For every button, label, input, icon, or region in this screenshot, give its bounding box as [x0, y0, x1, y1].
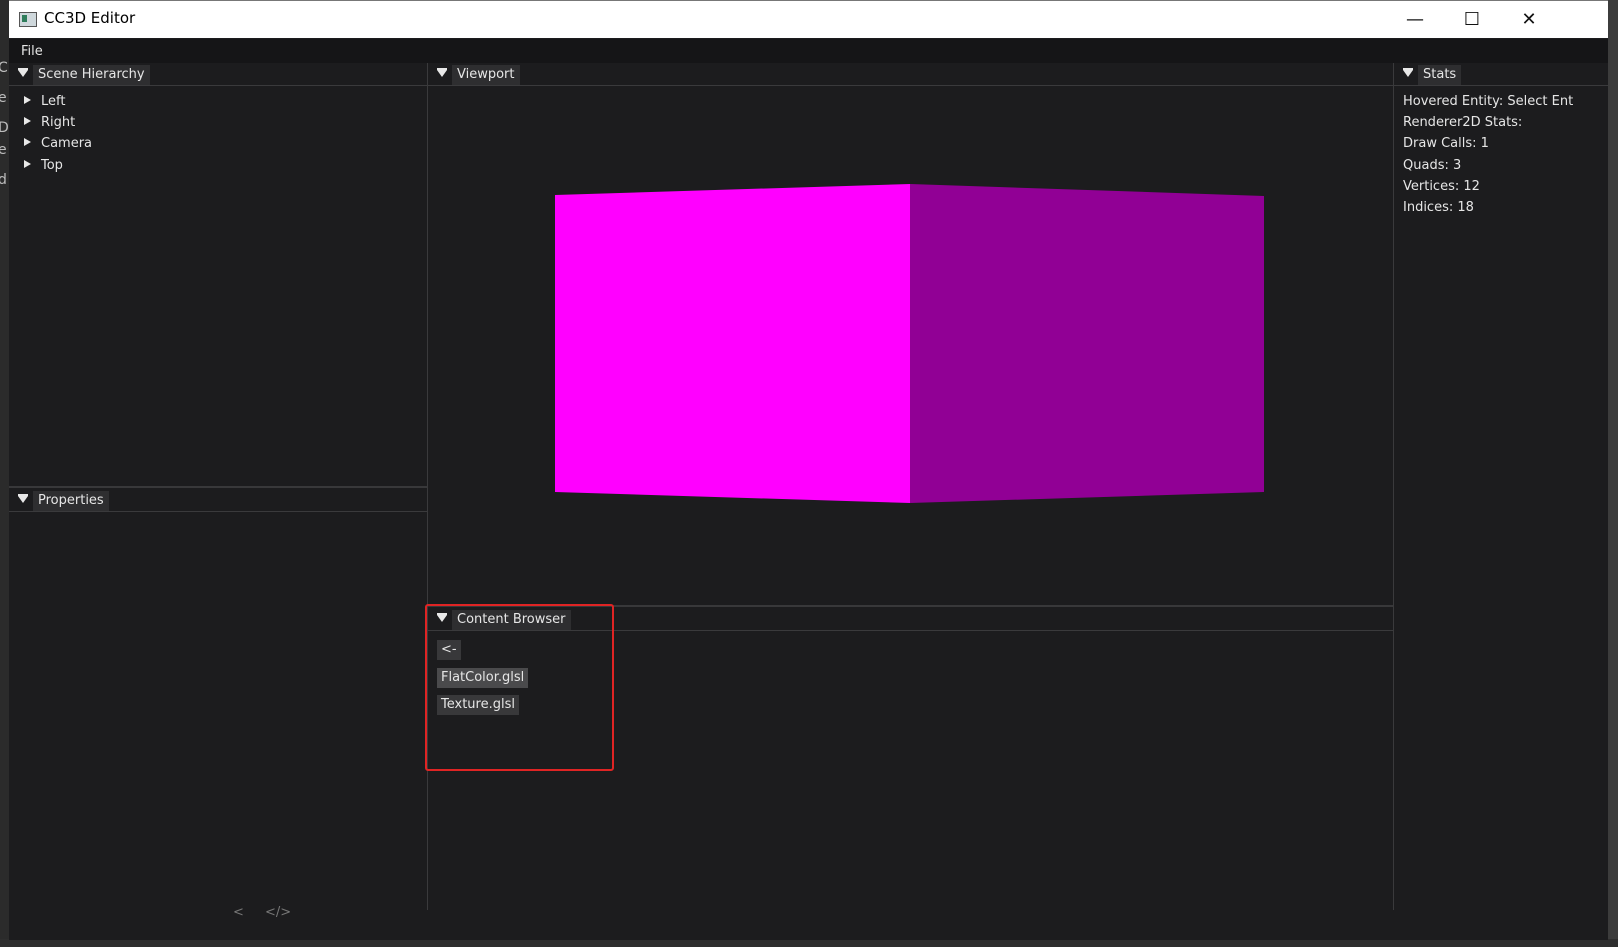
properties-tabstrip: Properties	[9, 489, 427, 512]
bg-glyph: e	[0, 142, 7, 158]
collapse-icon[interactable]	[18, 494, 28, 503]
bg-glyph: d	[0, 172, 7, 188]
tab-viewport[interactable]: Viewport	[452, 65, 520, 85]
menu-bar: File	[9, 39, 1608, 63]
minimize-button[interactable]: —	[1387, 1, 1443, 38]
panel-splitter[interactable]	[9, 486, 427, 488]
tree-item-label: Camera	[41, 136, 93, 151]
tree-item-label: Left	[41, 94, 66, 109]
stat-vertices: Vertices: 12	[1403, 179, 1480, 194]
tree-item-label: Right	[41, 115, 76, 130]
box-front-face	[555, 184, 910, 503]
tree-item-label: Top	[41, 158, 63, 173]
scene-hierarchy-panel: Scene Hierarchy Left Right Camera Top	[9, 63, 427, 486]
properties-panel: Properties	[9, 489, 427, 910]
title-bar: CC3D Editor — ☐ ✕	[9, 1, 1608, 38]
stats-panel: Stats Hovered Entity: Select Ent Rendere…	[1394, 63, 1608, 910]
tab-scene-hierarchy[interactable]: Scene Hierarchy	[33, 65, 150, 85]
tab-properties[interactable]: Properties	[33, 491, 109, 511]
box-side-face	[910, 184, 1264, 503]
stat-quads: Quads: 3	[1403, 158, 1462, 173]
collapse-icon[interactable]	[437, 68, 447, 77]
stat-renderer2d-header: Renderer2D Stats:	[1403, 115, 1523, 130]
tree-item-right[interactable]: Right	[24, 114, 75, 132]
tree-item-top[interactable]: Top	[24, 157, 63, 175]
bg-glyph: D	[0, 120, 9, 136]
bg-glyph: C	[0, 60, 8, 76]
maximize-button[interactable]: ☐	[1444, 1, 1500, 38]
stat-hovered-entity: Hovered Entity: Select Ent	[1403, 94, 1574, 109]
expand-arrow-icon[interactable]	[24, 96, 31, 104]
bg-footer-glyph: </>	[265, 905, 292, 920]
highlight-box	[425, 604, 614, 771]
bg-glyph: e	[0, 90, 7, 106]
viewport-tabstrip: Viewport	[428, 63, 1393, 86]
stat-draw-calls: Draw Calls: 1	[1403, 136, 1489, 151]
close-button[interactable]: ✕	[1501, 1, 1557, 38]
background-window-footer	[0, 939, 1618, 947]
stats-tabstrip: Stats	[1394, 63, 1608, 86]
scene-hierarchy-tabstrip: Scene Hierarchy	[9, 63, 427, 86]
expand-arrow-icon[interactable]	[24, 117, 31, 125]
tree-item-camera[interactable]: Camera	[24, 135, 92, 153]
collapse-icon[interactable]	[1403, 68, 1413, 77]
window-title: CC3D Editor	[44, 9, 136, 27]
stat-indices: Indices: 18	[1403, 200, 1474, 215]
background-window-edge: C e D e d	[0, 0, 9, 947]
tab-stats[interactable]: Stats	[1418, 65, 1462, 85]
viewport-canvas[interactable]	[428, 85, 1393, 605]
bg-footer-glyph: <	[233, 905, 244, 920]
menu-file[interactable]: File	[21, 44, 43, 59]
app-icon	[19, 12, 37, 27]
expand-arrow-icon[interactable]	[24, 138, 31, 146]
expand-arrow-icon[interactable]	[24, 160, 31, 168]
viewport-panel: Viewport	[428, 63, 1393, 605]
editor-window: CC3D Editor — ☐ ✕ File Scene Hierarchy L…	[9, 0, 1608, 940]
tree-item-left[interactable]: Left	[24, 93, 65, 111]
collapse-icon[interactable]	[18, 68, 28, 77]
